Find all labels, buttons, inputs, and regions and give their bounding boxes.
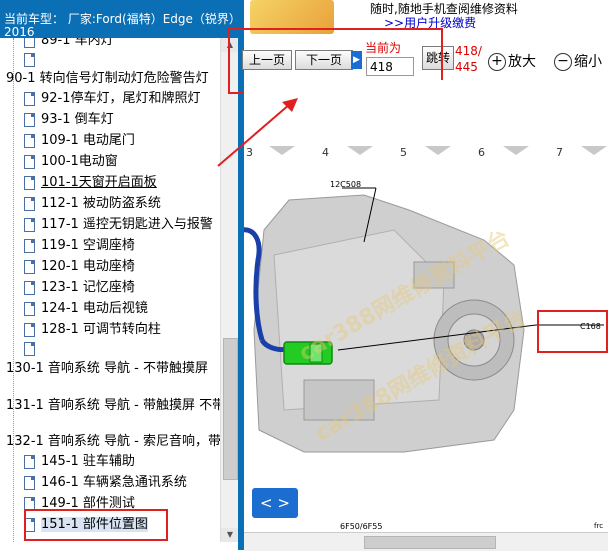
tree-item[interactable]: 120-1 电动座椅 [24,256,135,277]
document-icon [24,91,35,106]
tree-folder[interactable]: 90-1 转向信号灯制动灯危险警告灯 [6,68,209,89]
tree-item[interactable]: 93-1 倒车灯 [24,109,114,130]
document-icon [24,52,35,67]
tree-item[interactable]: 119-1 空调座椅 [24,235,135,256]
tree-folder[interactable]: 132-1 音响系统 导航 - 索尼音响，带 [6,431,221,452]
document-icon [24,112,35,127]
page-fraction-denominator: 445 [455,60,478,74]
page-fraction-numerator: 418/ [455,44,482,58]
tree-item[interactable]: 146-1 车辆紧急通讯系统 [24,472,187,493]
tree-item[interactable] [24,338,41,359]
tree-vertical-scrollbar[interactable]: ▲ ▼ [220,38,239,542]
tree-item[interactable]: 100-1电动窗 [24,151,118,172]
highlight-box-selected-item [24,509,168,541]
document-icon [24,301,35,316]
tree-folder[interactable]: 130-1 音响系统 导航 - 不带触摸屏 [6,358,208,379]
tree-guide-line [13,38,14,542]
tree-item[interactable]: 145-1 驻车辅助 [24,451,135,472]
zoom-in-button[interactable]: + 放大 [488,51,536,71]
document-icon [24,154,35,169]
document-icon [24,259,35,274]
tree-item[interactable]: 128-1 可调节转向柱 [24,319,161,340]
minus-icon: − [554,53,572,71]
tree-item[interactable]: 124-1 电动后视镜 [24,298,148,319]
tree-item[interactable]: 112-1 被动防盗系统 [24,193,161,214]
document-icon [24,341,35,356]
tree-item[interactable] [24,49,41,70]
document-icon [24,175,35,190]
tree-item[interactable]: 101-1天窗开启面板 [24,172,157,193]
document-icon [24,217,35,232]
page-nav-button[interactable]: < > [252,488,298,518]
document-icon [24,280,35,295]
document-icon [24,475,35,490]
tree-item[interactable]: 123-1 记忆座椅 [24,277,135,298]
document-icon [24,196,35,211]
diagram-corner-label: frc [594,522,604,530]
scrollbar-thumb[interactable] [364,536,496,549]
vehicle-header: 当前车型： 厂家:Ford(福特）Edge（锐界）2015- 2016 [0,0,276,39]
tree-item[interactable]: 92-1停车灯，尾灯和牌照灯 [24,88,201,109]
tree-item[interactable]: 117-1 遥控无钥匙进入与报警 [24,214,213,235]
tree-folder[interactable]: 131-1 音响系统 导航 - 带触摸屏 不带 [6,395,225,416]
plus-icon: + [488,53,506,71]
callout-label: 12C508 [330,180,362,189]
document-icon [24,454,35,469]
viewer-horizontal-scrollbar[interactable] [244,532,608,551]
scrollbar-thumb[interactable] [223,338,238,480]
zoom-out-button[interactable]: − 缩小 [554,51,602,71]
document-icon [24,322,35,337]
vehicle-title: 当前车型： 厂家:Ford(福特）Edge（锐界）2015- [4,12,276,26]
highlight-box-connector [537,310,608,353]
document-tree: 89-1 车内灯 90-1 转向信号灯制动灯危险警告灯 92-1停车灯，尾灯和牌… [0,38,238,542]
document-icon [24,38,35,48]
document-icon [24,238,35,253]
document-icon [24,133,35,148]
diagram-code-label: 6F50/6F55 [340,522,383,531]
tree-item[interactable]: 109-1 电动尾门 [24,130,135,151]
scroll-down-arrow-icon[interactable]: ▼ [221,528,239,542]
vehicle-title-cont: 2016 [4,25,35,39]
